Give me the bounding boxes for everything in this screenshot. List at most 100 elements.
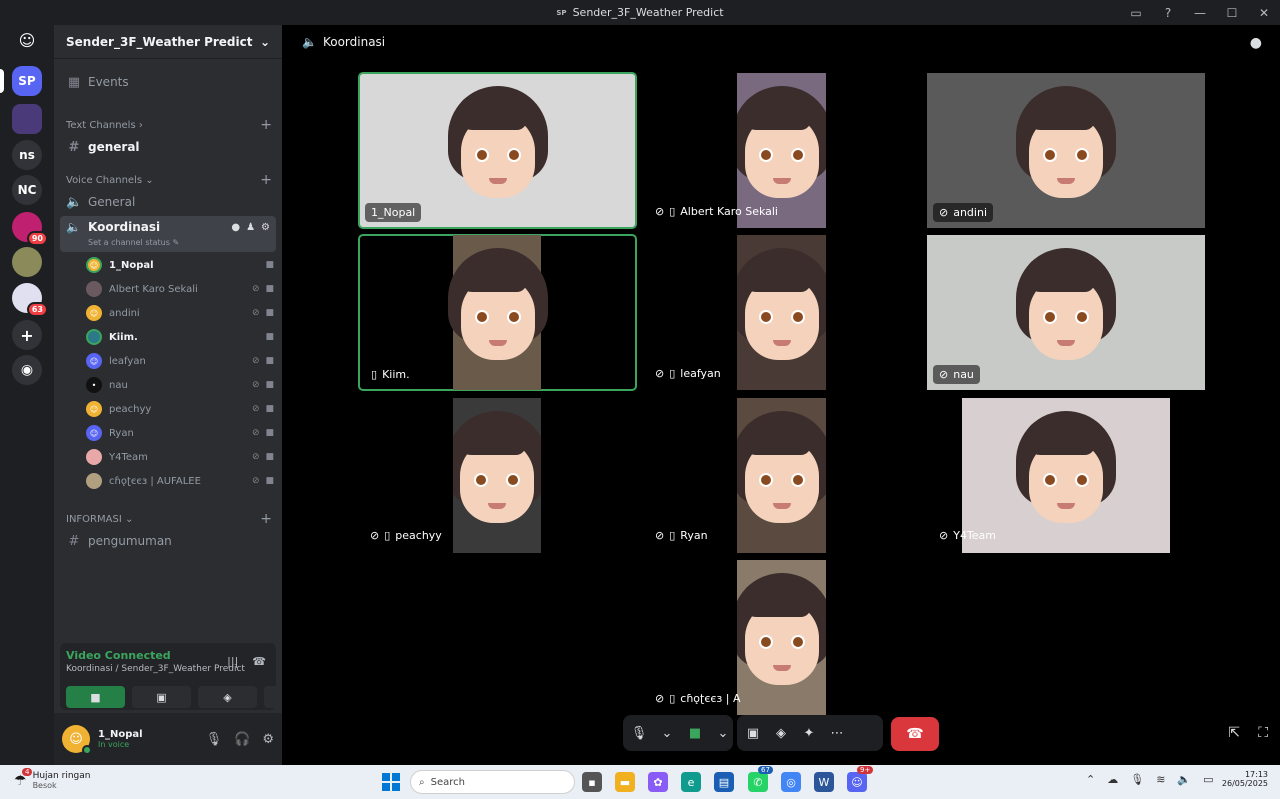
events-item[interactable]: ▦ Events (60, 71, 276, 93)
discord-home-icon[interactable]: ☺ (12, 25, 42, 55)
inbox-icon[interactable]: ▭ (1120, 6, 1152, 20)
camera-button[interactable]: ■ (66, 686, 125, 708)
member-nau[interactable]: • nau ⊘ ■ (86, 374, 274, 396)
server-header[interactable]: Sender_3F_Weather Predict ⌄ (54, 25, 282, 59)
disconnect-icon[interactable]: ☎ (252, 655, 266, 668)
member-kiim[interactable]: Kiim. ■ (86, 326, 274, 348)
video-tile-kiim[interactable]: ▯ Kiim. (358, 234, 637, 391)
voice-stage: 🔈 Koordinasi ● 1_Nopal ⊘ ▯ Albert Karo Sek… (282, 25, 1280, 765)
popout-icon[interactable]: ⇱ (1228, 725, 1240, 741)
settings-icon[interactable]: ⚙ (261, 222, 270, 233)
user-panel: ☺ 1_Nopal In voice 🎙 🎧 ⚙ (54, 713, 282, 765)
member-albert[interactable]: Albert Karo Sekali ⊘ ■ (86, 278, 274, 300)
video-tile-aufalee[interactable] (737, 560, 826, 715)
battery-icon[interactable]: ▭ (1203, 773, 1213, 786)
server-badge-63[interactable]: 63 (12, 283, 48, 317)
mic-muted-icon: ⊘ (251, 428, 260, 438)
member-andini[interactable]: ☺ andini ⊘ ■ (86, 302, 274, 324)
cloud-icon[interactable]: ☁ (1107, 773, 1118, 786)
tile-nametag: ⊘ Y4Team (939, 529, 997, 542)
mic-muted-icon: ⊘ (251, 452, 260, 462)
chevron-down-icon[interactable]: ⌄ (657, 726, 677, 741)
wifi-icon[interactable]: ≋ (1156, 773, 1165, 786)
activity-icon[interactable]: ◈ (771, 726, 791, 741)
video-tile-1-nopal[interactable]: 1_Nopal (358, 72, 637, 229)
member-aufalee[interactable]: ᴄɦǫʈєєɜ | AUFALEE ⊘ ■ (86, 470, 274, 492)
channel-pengumuman[interactable]: # pengumuman (60, 530, 276, 552)
calendar-icon: ▦ (67, 74, 81, 90)
discover-icon[interactable]: ◉ (12, 355, 42, 385)
tile-nametag: ⊘ andini (933, 203, 993, 222)
server-icon-image[interactable] (12, 104, 42, 134)
mic-muted-icon: ⊘ (939, 368, 949, 381)
close-button[interactable]: ✕ (1248, 6, 1280, 20)
voice-channel-koordinasi[interactable]: 🔈 Koordinasi Set a channel status ✎ ● ♟ … (60, 216, 276, 252)
mic-muted-icon: ⊘ (655, 529, 665, 542)
video-icon: ■ (265, 356, 274, 366)
minimize-button[interactable]: — (1184, 6, 1216, 20)
noise-suppression-icon[interactable]: ||| (227, 655, 238, 668)
member-peachyy[interactable]: ☺ peachyy ⊘ ■ (86, 398, 274, 420)
voice-channel-general[interactable]: 🔈 General (60, 191, 276, 213)
start-button[interactable] (382, 773, 400, 791)
microphone-icon[interactable]: 🎙 (629, 726, 649, 741)
more-options-icon[interactable]: ⋯ (827, 726, 847, 741)
member-1-nopal[interactable]: ☺ 1_Nopal ■ (86, 254, 274, 276)
edge-icon[interactable]: e (681, 772, 701, 792)
screen-share-icon[interactable]: ▣ (743, 726, 763, 741)
chevron-down-icon[interactable]: ⌄ (713, 726, 733, 741)
video-tile-nau[interactable]: ⊘ nau (927, 235, 1205, 390)
server-badge-90[interactable]: 90 (12, 212, 48, 246)
task-view-icon[interactable]: ▪ (582, 772, 602, 792)
category-informasi[interactable]: INFORMASI ⌄ + (66, 512, 272, 526)
volume-icon[interactable]: 🔈 (1177, 773, 1191, 786)
discord-taskbar-icon[interactable]: ☺ 9+ (847, 766, 874, 792)
category-voice-channels[interactable]: Voice Channels ⌄ + (66, 173, 272, 187)
fullscreen-icon[interactable]: ⛶ (1258, 725, 1268, 741)
word-icon[interactable]: W (814, 772, 834, 792)
video-tile-ryan[interactable] (737, 398, 826, 553)
chat-icon[interactable]: ● (231, 222, 240, 233)
store-icon[interactable]: ▤ (714, 772, 734, 792)
weather-widget[interactable]: ☂ 4 Hujan ringan Besok (14, 767, 90, 790)
taskbar-search[interactable]: ⌕ Search (410, 770, 575, 794)
screen-share-button[interactable]: ▣ (132, 686, 191, 708)
channel-status[interactable]: Set a channel status ✎ (88, 238, 179, 247)
chevron-up-icon[interactable]: ⌃ (1086, 773, 1095, 786)
member-y4team[interactable]: Y4Team ⊘ ■ (86, 446, 274, 468)
headphones-icon[interactable]: 🎧 (234, 732, 250, 747)
video-icon: ■ (265, 476, 274, 486)
microphone-icon[interactable]: 🎙 (206, 732, 223, 747)
copilot-icon[interactable]: ✿ (648, 772, 668, 792)
clock[interactable]: 17:13 26/05/2025 (1222, 770, 1268, 788)
activity-button[interactable]: ◈ (198, 686, 257, 708)
soundboard-icon[interactable]: ✦ (799, 726, 819, 741)
category-text-channels[interactable]: Text Channels › + (66, 118, 272, 132)
video-tile-andini[interactable]: ⊘ andini (927, 73, 1205, 228)
video-tile-leafyan[interactable] (737, 235, 826, 390)
help-icon[interactable]: ? (1152, 6, 1184, 20)
video-tile-peachyy[interactable] (453, 398, 541, 553)
video-icon: ■ (265, 284, 274, 294)
server-sp[interactable]: SP (12, 66, 42, 96)
end-call-button[interactable]: ☎ (891, 717, 939, 751)
whatsapp-icon[interactable]: ✆ 67 (748, 766, 773, 792)
chrome-icon[interactable]: ◎ (781, 772, 801, 792)
voice-connection-panel: Video Connected Koordinasi / Sender_3F_W… (60, 643, 323, 710)
file-explorer-icon[interactable]: ▬ (615, 772, 635, 792)
add-server-icon[interactable]: + (12, 320, 42, 350)
chat-bubble-icon[interactable]: ● (1250, 35, 1262, 51)
server-ns[interactable]: ns (12, 140, 42, 170)
speaker-icon: 🔈 (66, 220, 81, 234)
member-leafyan[interactable]: ☺ leafyan ⊘ ■ (86, 350, 274, 372)
channel-general[interactable]: # general (60, 136, 276, 158)
user-settings-icon[interactable]: ⚙ (262, 732, 274, 747)
avatar[interactable]: ☺ (62, 725, 92, 755)
member-ryan[interactable]: ☺ Ryan ⊘ ■ (86, 422, 274, 444)
server-nc[interactable]: NC (12, 175, 42, 205)
microphone-icon[interactable]: 🎙 (1130, 773, 1144, 786)
camera-icon[interactable]: ■ (685, 726, 705, 741)
maximize-button[interactable]: ☐ (1216, 6, 1248, 20)
invite-icon[interactable]: ♟ (246, 222, 255, 233)
server-image-2[interactable] (12, 247, 42, 277)
